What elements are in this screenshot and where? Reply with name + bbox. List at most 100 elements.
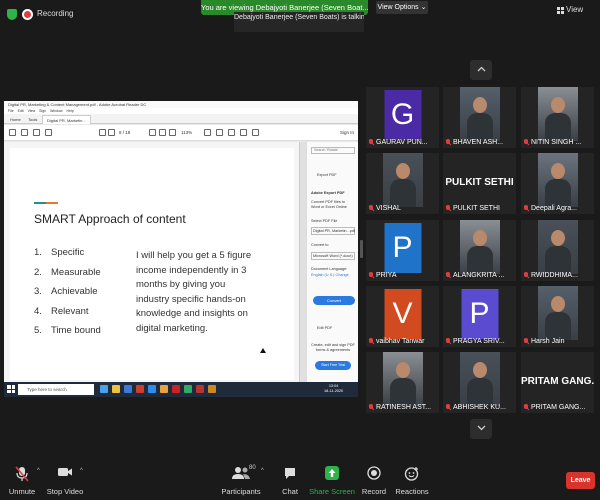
participant-name: Deepali Agra... — [523, 205, 577, 212]
participant-name-label: PRIYA — [376, 272, 397, 279]
participant-tile[interactable]: RWIDDHIMA... — [521, 220, 594, 281]
tab-home[interactable]: Home — [6, 115, 25, 124]
zoom-app-icon[interactable] — [148, 385, 156, 393]
participant-name-label: RWIDDHIMA... — [531, 272, 578, 279]
fit-page-icon[interactable] — [204, 129, 211, 136]
zoom-level[interactable]: 113% — [181, 130, 192, 135]
participant-video — [537, 220, 578, 274]
list-item: 3. Achievable — [34, 286, 98, 297]
participant-name-label: PRITAM GANG... — [531, 404, 586, 411]
page-indicator[interactable]: 8 / 18 — [119, 130, 130, 135]
selected-file[interactable]: Digital PR, Marketin...pdf — [311, 227, 355, 235]
reactions-button[interactable]: Reactions — [377, 457, 447, 500]
participant-video — [382, 153, 423, 207]
bookmark-icon[interactable] — [21, 129, 28, 136]
sign-in-link[interactable]: Sign In — [340, 130, 354, 135]
participant-name-label: Harsh Jain — [531, 338, 565, 345]
participant-tile[interactable]: P PRAGYA SRIV... — [443, 286, 516, 347]
hand-tool-icon[interactable] — [159, 129, 166, 136]
tab-document[interactable]: Digital PR, Marketin... — [42, 115, 91, 124]
participant-name-label: BHAVEN ASH... — [453, 139, 504, 146]
participant-tile[interactable]: RATINESH AST... — [366, 352, 439, 413]
task-view-icon[interactable] — [100, 385, 108, 393]
participant-name-label: PRAGYA SRIV... — [453, 338, 505, 345]
participant-name: NITIN SINGH ... — [523, 139, 581, 146]
leave-meeting-button[interactable]: Leave — [566, 472, 595, 489]
draw-icon[interactable] — [240, 129, 247, 136]
participant-tile[interactable]: Deepali Agra... — [521, 153, 594, 214]
edge-icon[interactable] — [124, 385, 132, 393]
gallery-grid-icon — [557, 7, 564, 14]
participant-tile[interactable]: BHAVEN ASH... — [443, 87, 516, 148]
zoom-out-icon[interactable] — [169, 129, 176, 136]
fill-sign-icon[interactable] — [252, 129, 259, 136]
participant-name-label: RATINESH AST... — [376, 404, 432, 411]
page-up-icon[interactable] — [99, 129, 106, 136]
mic-muted-icon — [445, 272, 451, 279]
gallery-page-down-button[interactable] — [470, 419, 492, 439]
participant-name: BHAVEN ASH... — [445, 139, 503, 146]
participant-tile[interactable]: G GAURAV PUN... — [366, 87, 439, 148]
app-icon-2[interactable] — [184, 385, 192, 393]
page-down-icon[interactable] — [108, 129, 115, 136]
search-icon[interactable] — [45, 129, 52, 136]
participant-avatar: G — [384, 90, 421, 140]
save-icon[interactable] — [9, 129, 16, 136]
participant-video — [459, 352, 500, 406]
start-trial-button[interactable]: Start Free Trial — [315, 361, 351, 370]
participant-name: PRITAM GANG... — [523, 404, 585, 411]
reactions-smiley-icon — [404, 467, 419, 481]
view-options-button[interactable]: View Options ⌄ — [376, 1, 428, 14]
export-pdf-item[interactable]: Export PDF — [317, 173, 337, 177]
select-tool-icon[interactable] — [149, 129, 156, 136]
participant-tile[interactable]: ABHISHEK KU... — [443, 352, 516, 413]
edit-pdf-item[interactable]: Edit PDF — [317, 326, 332, 330]
person-head-icon — [550, 163, 565, 179]
person-body-icon — [466, 246, 493, 274]
participant-tile[interactable]: Harsh Jain — [521, 286, 594, 347]
format-select[interactable]: Microsoft Word (*.docx) — [311, 252, 355, 260]
participant-tile[interactable]: PRITAM GANG... PRITAM GANG... — [521, 352, 594, 413]
comment-icon[interactable] — [216, 129, 223, 136]
participant-tile[interactable]: ALANGKRITA ... — [443, 220, 516, 281]
highlight-icon[interactable] — [228, 129, 235, 136]
participant-avatar: P — [384, 223, 421, 273]
zoom-window: Recording You are viewing Debajyoti Bane… — [0, 0, 600, 500]
select-file-label: Select PDF File — [311, 219, 338, 223]
participant-tile[interactable]: P PRIYA — [366, 220, 439, 281]
participant-tile[interactable]: NITIN SINGH ... — [521, 87, 594, 148]
chevron-down-icon — [477, 425, 485, 431]
participant-tile[interactable]: Vvaibhav Tanwar — [366, 286, 439, 347]
app-icon[interactable] — [136, 385, 144, 393]
tab-tools[interactable]: Tools — [24, 115, 41, 124]
app-icon-4[interactable] — [208, 385, 216, 393]
taskbar-search-input[interactable]: Type here to search — [18, 384, 94, 395]
view-button[interactable]: View — [566, 5, 583, 14]
chevron-up-icon — [477, 66, 485, 72]
person-head-icon — [550, 230, 565, 246]
stop-video-button[interactable]: ^ Stop Video — [30, 457, 100, 500]
acrobat-tab-bar: Home Tools Digital PR, Marketin... — [4, 114, 358, 124]
language-change-link[interactable]: English (U.S.) Change — [311, 273, 349, 277]
person-body-icon — [544, 246, 571, 274]
windows-start-icon[interactable] — [7, 385, 15, 393]
participant-display-name: PULKIT SETHI — [445, 177, 514, 188]
split-view-handle[interactable] — [360, 240, 363, 258]
convert-button[interactable]: Convert — [313, 296, 355, 305]
security-shield-icon[interactable] — [7, 9, 17, 20]
participant-tile[interactable]: VISHAL — [366, 153, 439, 214]
list-item: 4. Relevant — [34, 305, 89, 317]
chrome-icon[interactable] — [160, 385, 168, 393]
app-icon-3[interactable] — [196, 385, 204, 393]
file-explorer-icon[interactable] — [112, 385, 120, 393]
active-speaker-label: Debajyoti Banerjee (Seven Boats) is talk… — [234, 12, 364, 32]
video-options-caret-icon[interactable]: ^ — [80, 468, 83, 474]
participant-tile[interactable]: PULKIT SETHI PULKIT SETHI — [443, 153, 516, 214]
chat-bubble-icon — [285, 468, 295, 479]
print-icon[interactable] — [33, 129, 40, 136]
gallery-page-up-button[interactable] — [470, 60, 492, 80]
tools-search-input[interactable]: Search 'Rotate' — [311, 147, 355, 154]
participant-name: ABHISHEK KU... — [445, 404, 506, 411]
acrobat-icon[interactable] — [172, 385, 180, 393]
person-body-icon — [389, 179, 416, 207]
